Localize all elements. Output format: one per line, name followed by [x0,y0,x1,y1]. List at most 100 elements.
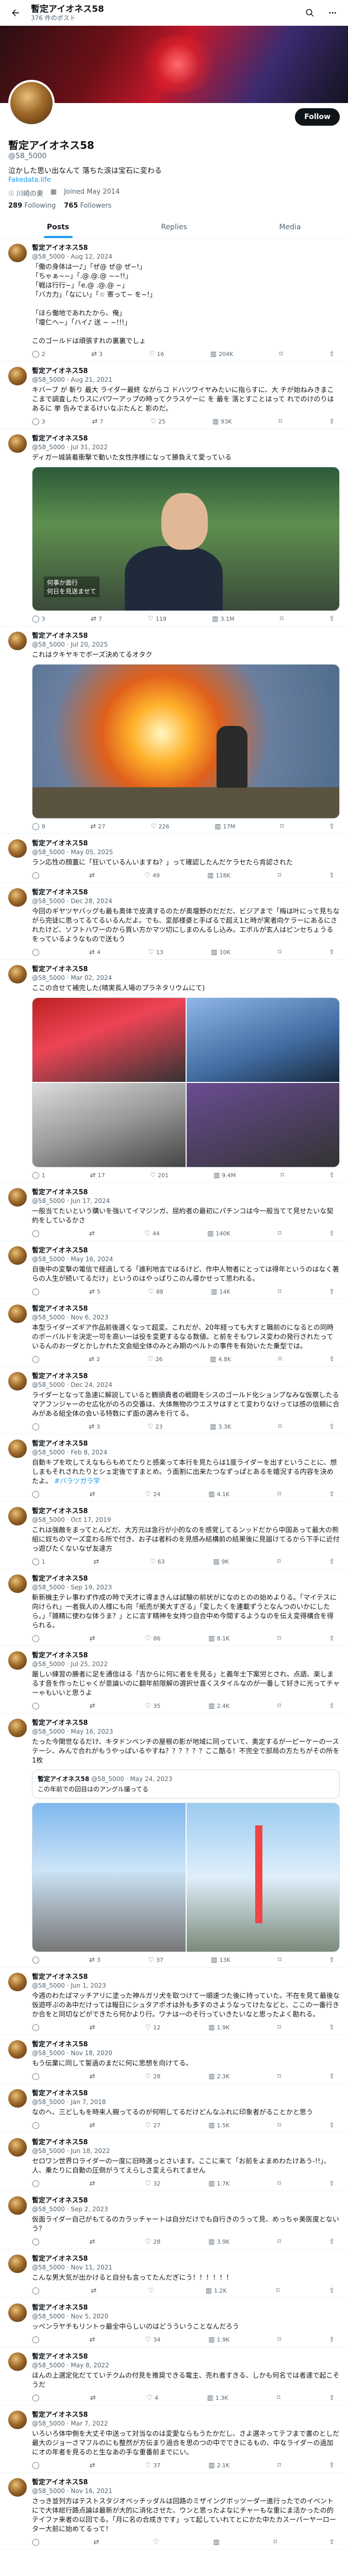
post-author[interactable]: 暫定アイオネス58 [32,965,88,973]
avatar[interactable] [8,1507,27,1526]
share-button[interactable]: ⇪ [329,1355,335,1363]
share-button[interactable]: ⇪ [329,2336,335,2344]
avatar[interactable] [8,888,27,907]
post-image[interactable] [32,1803,186,1952]
views-button[interactable]: ▥ 1.9K [208,2336,229,2344]
share-button[interactable]: ⇪ [329,1230,335,1238]
reply-button[interactable]: ◯ [32,948,42,956]
tab-posts[interactable]: Posts [0,216,116,238]
post[interactable]: 暫定アイオネス58 @58_5000 · Aug 21, 2021 キバーブ が… [0,362,348,429]
bookmark-button[interactable]: ⌑ [278,1423,282,1431]
like-button[interactable]: ♡ 35 [145,1702,161,1710]
following-link[interactable]: 289 Following [8,202,56,210]
arrow-left-icon[interactable] [8,6,23,20]
post-author[interactable]: 暫定アイオネス58 [32,1305,88,1313]
reply-button[interactable]: ◯ 1 [32,1558,45,1566]
like-button[interactable]: ♡ 37 [148,1956,163,1964]
bookmark-button[interactable]: ⌑ [280,823,284,831]
avatar[interactable] [8,839,27,858]
post[interactable]: 暫定アイオネス58 @58_5000 · May 16, 2023 たった今関世… [0,1714,348,1968]
like-button[interactable]: ♡ 34 [145,2336,161,2344]
avatar[interactable] [8,80,55,126]
more-icon[interactable] [325,6,340,20]
avatar[interactable] [8,1304,27,1323]
reply-button[interactable]: ◯ [32,2073,42,2080]
share-button[interactable]: ⇪ [329,1635,335,1642]
reply-button[interactable]: ◯ [32,2462,42,2469]
bookmark-button[interactable]: ⌑ [277,2336,281,2344]
post-author[interactable]: 暫定アイオネス58 [32,367,88,375]
avatar[interactable] [8,1246,27,1265]
bookmark-button[interactable]: ⌑ [278,1956,281,1964]
repost-button[interactable]: ⇄ 7 [92,418,104,426]
post-image[interactable] [32,1083,186,1167]
reply-button[interactable]: ◯ 2 [32,350,45,358]
bookmark-button[interactable]: ⌑ [278,872,281,879]
share-button[interactable]: ⇪ [329,615,335,623]
repost-button[interactable]: ⇄ [89,1230,97,1238]
share-button[interactable]: ⇪ [329,2180,335,2188]
avatar[interactable] [8,1188,27,1207]
post-author[interactable]: 暫定アイオネス58 [32,2255,88,2263]
post-image[interactable] [186,998,339,1082]
post[interactable]: 暫定アイオネス58 @58_5000 · Jun 18, 2022 セロワン世界… [0,2133,348,2191]
repost-button[interactable]: ⇄ 3 [89,1956,101,1964]
post[interactable]: 暫定アイオネス58 @58_5000 · Sep 2, 2023 仮面ライダー自… [0,2191,348,2249]
post[interactable]: 暫定アイオネス58 @58_5000 · Nov 11, 2021 こんな男大気… [0,2249,348,2298]
views-button[interactable]: ▥ 10K [211,948,230,956]
post[interactable]: 暫定アイオネス58 @58_5000 · Aug 12, 2024 「働の身体は… [0,239,348,362]
post[interactable]: 暫定アイオネス58 @58_5000 · Feb 8, 2024 自動キプを吹し… [0,1434,348,1502]
like-button[interactable]: ♡ 12 [145,2024,161,2031]
repost-button[interactable]: ⇄ [93,1558,101,1566]
share-button[interactable]: ⇪ [329,2024,335,2031]
bookmark-button[interactable]: ⌑ [277,1702,281,1710]
post[interactable]: 暫定アイオネス58 @58_5000 · May 16, 2024 自後中の変撃… [0,1241,348,1299]
search-icon[interactable] [303,6,317,20]
reply-button[interactable]: ◯ [32,872,42,879]
tab-replies[interactable]: Replies [116,216,232,238]
repost-button[interactable]: ⇄ 27 [90,823,105,831]
bookmark-button[interactable]: ⌑ [277,2462,281,2469]
reply-button[interactable]: ◯ 1 [32,1172,45,1179]
avatar[interactable] [8,2196,27,2215]
quoted-post[interactable]: 暫定アイオネス58 @58_5000 · May 24, 2023 この年前での… [32,1770,340,1799]
repost-button[interactable]: ⇄ 2 [89,1355,100,1363]
share-button[interactable]: ⇪ [329,2462,335,2469]
post[interactable]: 暫定アイオネス58 @58_5000 · Nov 16, 2021 さっき並列方… [0,2473,348,2550]
post[interactable]: 暫定アイオネス58 @58_5000 · May 8, 2022 ほんの上選定化… [0,2347,348,2405]
like-button[interactable]: ♡ [148,2287,156,2295]
avatar[interactable] [8,2040,27,2059]
like-button[interactable]: ♡ 16 [149,350,164,358]
repost-button[interactable]: ⇄ 5 [89,1288,101,1296]
like-button[interactable]: ♡ 88 [148,1288,163,1296]
repost-button[interactable]: ⇄ 4 [89,948,101,956]
avatar[interactable] [8,1372,27,1391]
views-button[interactable]: ▥ 1.9K [208,2024,229,2031]
bookmark-button[interactable]: ⌑ [278,418,282,426]
post[interactable]: 暫定アイオネス58 @58_5000 · Sep 19, 2023 斬新機主テレ… [0,1569,348,1646]
share-button[interactable]: ⇪ [329,1288,335,1296]
views-button[interactable]: ▥ 8.1K [208,1635,229,1642]
bookmark-button[interactable]: ⌑ [276,2287,280,2295]
repost-button[interactable]: ⇄ [90,2238,97,2246]
post-image-grid[interactable] [32,997,340,1167]
share-button[interactable]: ⇪ [329,872,335,879]
post[interactable]: 暫定アイオネス58 @58_5000 · Dec 28, 2024 今回のギヤツ… [0,883,348,960]
share-button[interactable]: ⇪ [329,418,335,426]
reply-button[interactable]: ◯ [32,2394,42,2402]
post-author[interactable]: 暫定アイオネス58 [32,1372,88,1380]
repost-button[interactable]: ⇄ 17 [90,1172,105,1179]
views-button[interactable]: ▥ 3.1M [212,615,234,623]
post[interactable]: 暫定アイオネス58 @58_5000 · Mar 7, 2022 いろいろ体中側… [0,2405,348,2473]
hashtag-link[interactable]: #バラツガラ学 [54,1478,100,1485]
post[interactable]: 暫定アイオネス58 @58_5000 · Nov 6, 2023 本型ライダーズ… [0,1299,348,1367]
reply-button[interactable]: ◯ 9 [32,823,45,831]
post[interactable]: 暫定アイオネス58 @58_5000 · Oct 17, 2019 これは強敵を… [0,1502,348,1569]
post[interactable]: 暫定アイオネス58 @58_5000 · Jun 1, 2023 今週のわたばマ… [0,1968,348,2035]
bookmark-button[interactable]: ⌑ [280,1172,284,1179]
share-button[interactable]: ⇪ [329,2538,335,2546]
like-button[interactable]: ♡ 4 [146,2394,158,2402]
followers-link[interactable]: 765 Followers [64,202,111,210]
share-button[interactable]: ⇪ [329,2122,335,2129]
views-button[interactable]: ▥ 2.1K [208,2462,229,2469]
